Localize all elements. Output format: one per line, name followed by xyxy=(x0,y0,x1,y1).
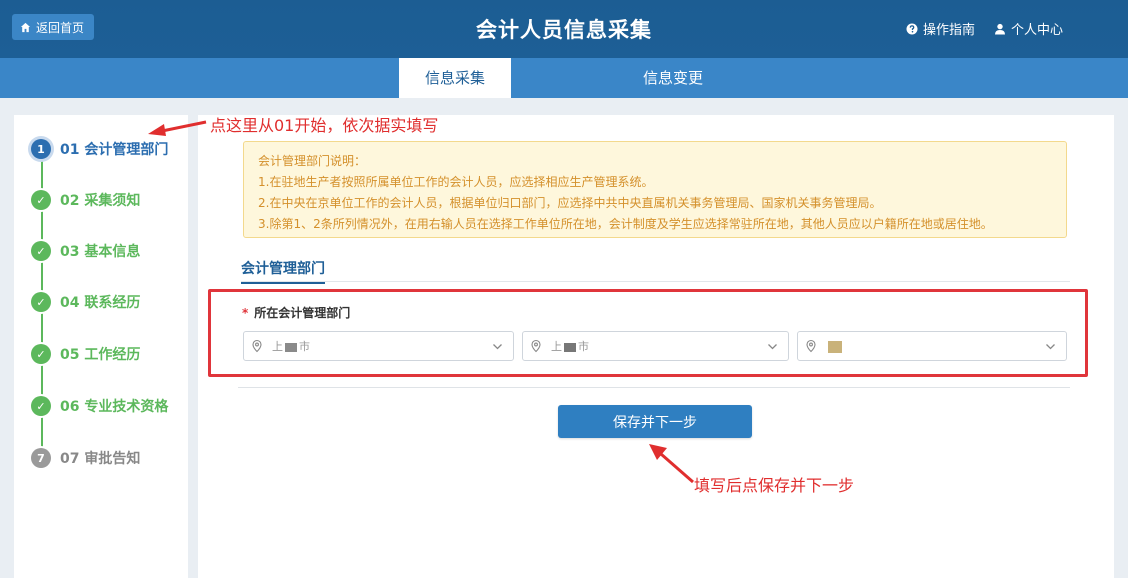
check-icon: ✓ xyxy=(31,241,51,261)
guide-link[interactable]: 操作指南 xyxy=(906,19,975,38)
form-divider xyxy=(238,387,1070,388)
step-todo-badge: 7 xyxy=(31,448,51,468)
step-06[interactable]: ✓ 06 专业技术资格 xyxy=(31,395,168,417)
section-title: 会计管理部门 xyxy=(241,258,325,284)
notice-title: 会计管理部门说明： xyxy=(258,154,367,168)
annotation-arrow-icon xyxy=(649,444,694,484)
help-circle-icon xyxy=(906,23,918,34)
check-icon: ✓ xyxy=(31,344,51,364)
field-label: * 所在会计管理部门 xyxy=(242,304,350,321)
step-07[interactable]: 7 07 审批告知 xyxy=(31,447,140,469)
select-value: 上市 xyxy=(272,340,310,353)
top-header: 返回首页 会计人员信息采集 操作指南 个人中心 xyxy=(0,0,1128,58)
profile-link[interactable]: 个人中心 xyxy=(994,19,1063,38)
dept-select-province[interactable]: 上市 xyxy=(243,331,514,361)
field-label-text: 所在会计管理部门 xyxy=(254,306,351,320)
location-pin-icon xyxy=(252,339,262,353)
step-03[interactable]: ✓ 03 基本信息 xyxy=(31,240,140,262)
chevron-down-icon xyxy=(768,344,777,350)
profile-link-label: 个人中心 xyxy=(1011,23,1064,38)
select-value xyxy=(826,340,844,353)
dept-select-city[interactable]: 上市 xyxy=(522,331,789,361)
required-mark: * xyxy=(242,306,249,320)
section-rule xyxy=(241,281,1070,282)
step-current-badge: 1 xyxy=(31,139,51,159)
chevron-down-icon xyxy=(493,344,502,350)
step-label: 01 会计管理部门 xyxy=(60,142,169,158)
check-icon: ✓ xyxy=(31,292,51,312)
save-next-button[interactable]: 保存并下一步 xyxy=(558,405,752,438)
notice-box: 会计管理部门说明： 1.在驻地生产者按照所属单位工作的会计人员，应选择相应生产管… xyxy=(243,141,1067,238)
notice-line: 2.在中央在京单位工作的会计人员，根据单位归口部门，应选择中共中央直属机关事务管… xyxy=(258,196,882,210)
guide-link-label: 操作指南 xyxy=(923,23,976,38)
tab-bar: 信息采集 信息变更 xyxy=(0,58,1128,98)
step-label: 07 审批告知 xyxy=(60,451,141,467)
check-icon: ✓ xyxy=(31,190,51,210)
select-value: 上市 xyxy=(551,340,589,353)
annotation-arrow-icon xyxy=(148,120,207,136)
notice-line: 1.在驻地生产者按照所属单位工作的会计人员，应选择相应生产管理系统。 xyxy=(258,175,654,189)
step-02[interactable]: ✓ 02 采集须知 xyxy=(31,189,140,211)
annotation-save-hint: 填写后点保存并下一步 xyxy=(694,476,855,495)
step-label: 03 基本信息 xyxy=(60,244,141,260)
user-icon xyxy=(995,23,1005,34)
chevron-down-icon xyxy=(1046,344,1055,350)
step-label: 04 联系经历 xyxy=(60,295,141,311)
step-label: 06 专业技术资格 xyxy=(60,399,169,415)
location-pin-icon xyxy=(531,339,541,353)
step-04[interactable]: ✓ 04 联系经历 xyxy=(31,291,140,313)
step-label: 05 工作经历 xyxy=(60,347,141,363)
notice-line: 3.除第1、2条所列情况外，在用右输人员在选择工作单位所在地，会计制度及学生应选… xyxy=(258,217,993,231)
check-icon: ✓ xyxy=(31,396,51,416)
dept-select-district[interactable] xyxy=(797,331,1067,361)
location-pin-icon xyxy=(806,339,816,353)
annotation-step-hint: 点这里从01开始，依次据实填写 xyxy=(210,116,439,135)
tab-info-change[interactable]: 信息变更 xyxy=(617,58,729,98)
step-05[interactable]: ✓ 05 工作经历 xyxy=(31,343,140,365)
step-label: 02 采集须知 xyxy=(60,193,141,209)
step-01[interactable]: 1 01 会计管理部门 xyxy=(31,138,168,160)
tab-info-collection[interactable]: 信息采集 xyxy=(399,58,511,98)
